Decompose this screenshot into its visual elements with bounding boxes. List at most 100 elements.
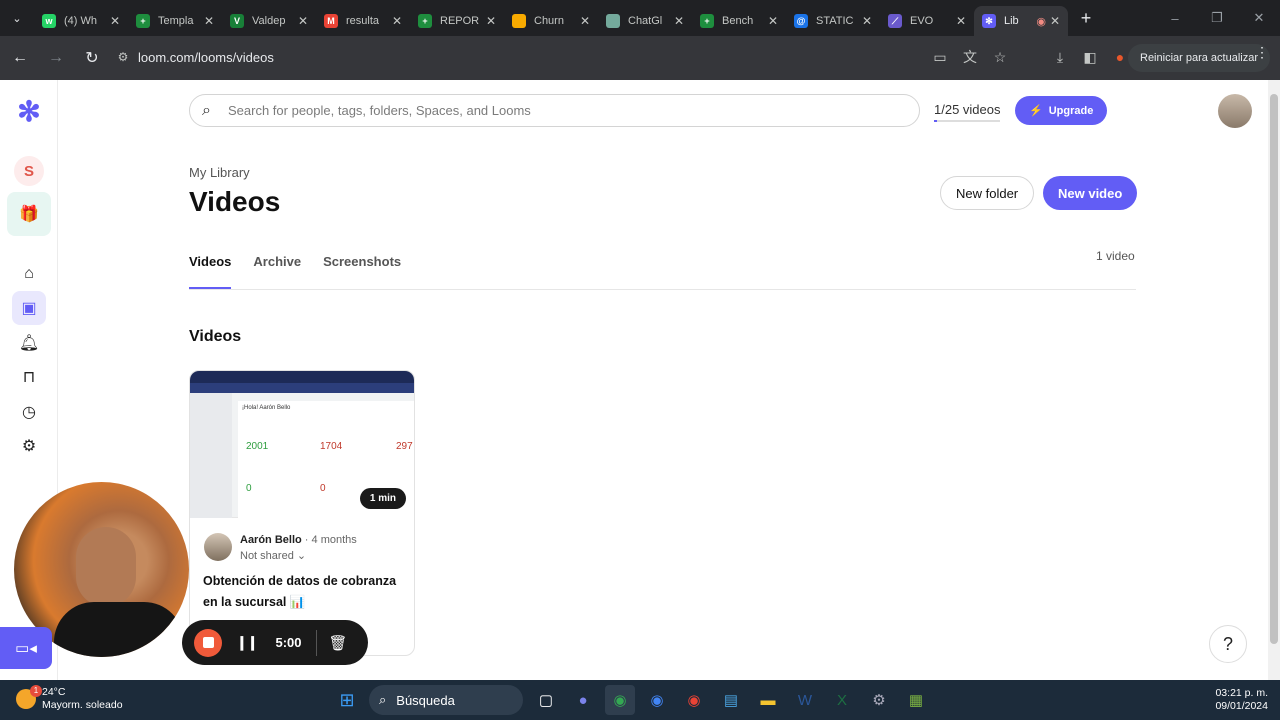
tab-label: REPOR — [440, 15, 480, 27]
bookmark-icon[interactable]: ⊓ — [12, 360, 46, 394]
restart-to-update-button[interactable]: Reiniciar para actualizar — [1128, 44, 1270, 72]
video-title[interactable]: Obtención de datos de cobranza en la suc… — [203, 571, 407, 613]
user-avatar[interactable] — [1218, 94, 1252, 128]
browser-tab[interactable]: + Bench ✕ — [692, 6, 786, 36]
clock[interactable]: 03:21 p. m. 09/01/2024 — [1194, 687, 1268, 713]
new-tab-button[interactable]: + — [1074, 8, 1098, 29]
tab-search-chevron-icon[interactable]: ⌄ — [0, 0, 34, 36]
help-button[interactable]: ? — [1209, 625, 1247, 663]
video-card[interactable]: ¡Hola! Aarón Bello 2001 1704 297 0 0 1 m… — [189, 370, 415, 656]
chrome-icon[interactable]: ◉ — [605, 685, 635, 715]
scrollbar-thumb[interactable] — [1270, 94, 1278, 644]
reload-icon[interactable]: ↻ — [76, 42, 108, 74]
close-tab-icon[interactable]: ✕ — [486, 14, 496, 28]
site-settings-icon[interactable]: ⚙ — [108, 50, 138, 64]
close-tab-icon[interactable]: ✕ — [768, 14, 778, 28]
minimize-icon[interactable]: – — [1154, 11, 1196, 26]
pause-icon[interactable]: ❙❙ — [236, 634, 258, 651]
loom-logo-icon[interactable]: ✻ — [12, 94, 46, 128]
new-video-button[interactable]: New video — [1043, 176, 1138, 210]
share-status-dropdown[interactable]: Not shared ⌄ — [240, 549, 306, 562]
author-name[interactable]: Aarón Bello — [240, 534, 302, 546]
video-count[interactable]: 1/25 videos — [934, 102, 1001, 117]
browser-tab[interactable]: ⟋ EVO ✕ — [880, 6, 974, 36]
toolbar-icons: ▭ 文 ☆ ⤓ ◧ ● — [925, 42, 1135, 72]
close-tab-icon[interactable]: ✕ — [956, 14, 966, 28]
close-tab-icon[interactable]: ✕ — [674, 14, 684, 28]
browser-tab[interactable]: ✻ Lib ◉ ✕ — [974, 6, 1068, 36]
back-arrow-icon[interactable]: ← — [4, 42, 36, 74]
breadcrumb[interactable]: My Library — [189, 165, 250, 180]
notepad-icon[interactable]: ▤ — [716, 685, 746, 715]
weather-widget[interactable]: 1 24°C Mayorm. soleado — [16, 685, 123, 712]
thumb-value: 297 — [396, 441, 413, 452]
close-tab-icon[interactable]: ✕ — [392, 14, 402, 28]
notification-badge: 1 — [30, 685, 42, 697]
close-window-icon[interactable]: ✕ — [1238, 10, 1280, 26]
tab-favicon-icon — [606, 14, 620, 28]
new-folder-button[interactable]: New folder — [940, 176, 1035, 210]
video-thumbnail[interactable]: ¡Hola! Aarón Bello 2001 1704 297 0 0 1 m… — [190, 371, 414, 518]
translate-icon[interactable]: 文 — [955, 47, 985, 67]
browser-tab[interactable]: Churn ✕ — [504, 6, 598, 36]
record-camera-icon[interactable]: ▭◂ — [0, 627, 52, 669]
browser-tab[interactable]: w (4) Wh ✕ — [34, 6, 128, 36]
excel-icon[interactable]: X — [827, 685, 857, 715]
notifications-bell-icon[interactable]: 🔔︎ — [12, 326, 46, 360]
close-tab-icon[interactable]: ✕ — [1050, 14, 1060, 28]
workspace-avatar[interactable]: S — [14, 156, 44, 186]
address-bar[interactable]: ⚙ loom.com/looms/videos — [108, 42, 888, 72]
browser-tab[interactable]: + Templa ✕ — [128, 6, 222, 36]
file-explorer-icon[interactable]: ▬ — [753, 685, 783, 715]
upgrade-button[interactable]: ⚡ Upgrade — [1015, 96, 1108, 125]
chat-icon[interactable]: ● — [568, 685, 598, 715]
tab-favicon-icon — [512, 14, 526, 28]
maximize-icon[interactable]: ❐ — [1196, 10, 1238, 26]
history-clock-icon[interactable]: ◷ — [12, 395, 46, 429]
chrome-profile-icon[interactable]: ◉ — [642, 685, 672, 715]
close-tab-icon[interactable]: ✕ — [298, 14, 308, 28]
close-tab-icon[interactable]: ✕ — [110, 14, 120, 28]
thumb-value: 1704 — [320, 441, 343, 452]
browser-menu-icon[interactable]: ⋮ — [1255, 44, 1269, 61]
browser-tab[interactable]: + REPOR ✕ — [410, 6, 504, 36]
thumb-browser-bar — [190, 371, 414, 383]
app-icon[interactable]: ▦ — [901, 685, 931, 715]
settings-icon[interactable]: ⚙ — [864, 685, 894, 715]
gift-icon[interactable]: 🎁 — [7, 192, 51, 236]
browser-tab[interactable]: V Valdep ✕ — [222, 6, 316, 36]
windows-start-icon[interactable]: ⊞ — [332, 685, 362, 715]
tab-videos[interactable]: Videos — [189, 254, 232, 290]
close-tab-icon[interactable]: ✕ — [862, 14, 872, 28]
tab-favicon-icon: ⟋ — [888, 14, 902, 28]
close-tab-icon[interactable]: ✕ — [580, 14, 590, 28]
browser-tab[interactable]: ChatGl ✕ — [598, 6, 692, 36]
search-bar[interactable]: ⌕ — [189, 94, 920, 127]
camera-icon[interactable]: ▭ — [925, 49, 955, 66]
trash-icon[interactable]: 🗑︎ — [329, 634, 348, 652]
thumb-value: 0 — [320, 483, 326, 494]
page-scrollbar[interactable] — [1268, 80, 1280, 680]
home-icon[interactable]: ⌂ — [12, 257, 46, 291]
video-age: 4 months — [311, 534, 357, 546]
search-input[interactable] — [228, 103, 919, 118]
chrome-profile-2-icon[interactable]: ◉ — [679, 685, 709, 715]
stop-recording-button[interactable] — [194, 628, 222, 657]
side-panel-icon[interactable]: ◧ — [1075, 49, 1105, 66]
bookmark-star-icon[interactable]: ☆ — [985, 49, 1015, 66]
tab-archive[interactable]: Archive — [253, 254, 301, 290]
library-icon[interactable]: ▣ — [12, 291, 46, 325]
tab-favicon-icon: + — [136, 14, 150, 28]
main-content: ⌕ 1/25 videos ⚡ Upgrade My Library Videos… — [58, 80, 1268, 680]
task-view-icon[interactable]: ▢ — [531, 685, 561, 715]
close-tab-icon[interactable]: ✕ — [204, 14, 214, 28]
word-icon[interactable]: W — [790, 685, 820, 715]
forward-arrow-icon[interactable]: → — [40, 42, 72, 74]
settings-gear-icon[interactable]: ⚙ — [12, 429, 46, 463]
browser-tab[interactable]: Mresulta ✕ — [316, 6, 410, 36]
download-icon[interactable]: ⤓ — [1045, 49, 1075, 66]
tab-screenshots[interactable]: Screenshots — [323, 254, 401, 290]
author-line: Aarón Bello · 4 months — [240, 534, 357, 546]
taskbar-search[interactable]: ⌕ Búsqueda — [369, 685, 523, 715]
browser-tab[interactable]: @ STATIC ✕ — [786, 6, 880, 36]
